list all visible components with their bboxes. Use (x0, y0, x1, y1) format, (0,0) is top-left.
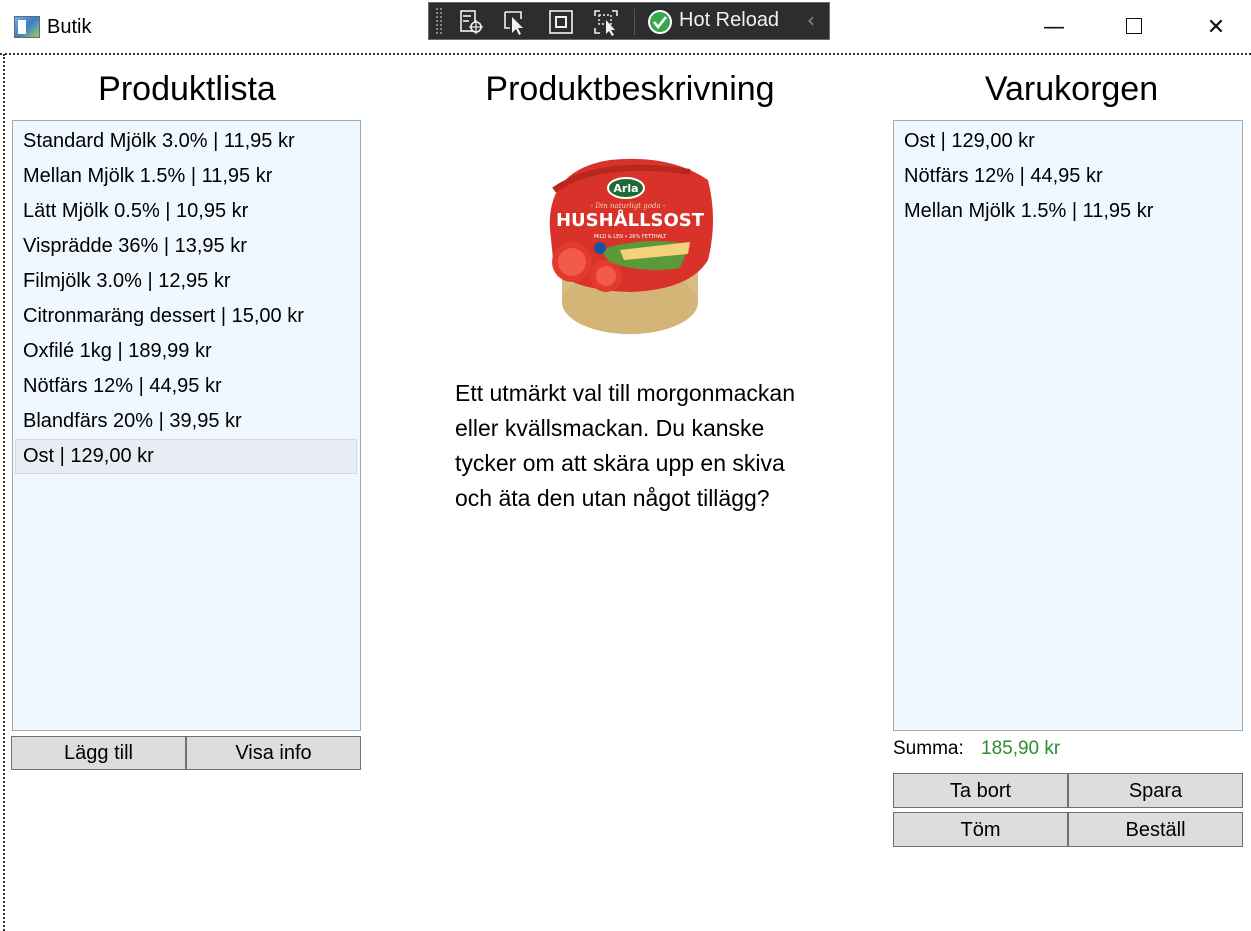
product-list-item[interactable]: Ost | 129,00 kr (15, 439, 357, 474)
window-border-top (0, 53, 1251, 55)
minimize-icon: — (1043, 15, 1065, 40)
add-to-cart-button[interactable]: Lägg till (11, 736, 186, 770)
cart-heading: Varukorgen (984, 70, 1159, 108)
window-border-left (3, 54, 5, 931)
sum-label: Summa: (893, 738, 964, 759)
order-button[interactable]: Beställ (1068, 812, 1243, 847)
product-list[interactable]: Standard Mjölk 3.0% | 11,95 kr Mellan Mjö… (12, 120, 361, 731)
product-description-text: Ett utmärkt val till morgonmackan eller … (455, 380, 796, 511)
title-bar: Butik Hot Reload ‹ — ✕ (0, 0, 1251, 54)
product-list-item[interactable]: Citronmaräng dessert | 15,00 kr (13, 299, 360, 334)
app-icon (14, 16, 40, 38)
product-list-heading: Produktlista (98, 70, 276, 108)
display-layout-adorners-icon[interactable] (547, 8, 575, 36)
live-visual-tree-icon[interactable] (457, 8, 485, 36)
select-element-icon[interactable] (501, 8, 529, 36)
window-title: Butik (47, 16, 92, 38)
product-list-item[interactable]: Mellan Mjölk 1.5% | 11,95 kr (13, 159, 360, 194)
cart-list-item[interactable]: Nötfärs 12% | 44,95 kr (894, 159, 1242, 194)
show-info-button[interactable]: Visa info (186, 736, 361, 770)
cart-list[interactable]: Ost | 129,00 kr Nötfärs 12% | 44,95 kr Mel… (893, 120, 1243, 731)
product-subtitle: MILD & LEN • 26% FETTHALT (594, 234, 667, 240)
product-list-item[interactable]: Nötfärs 12% | 44,95 kr (13, 369, 360, 404)
product-list-item[interactable]: Oxfilé 1kg | 189,99 kr (13, 334, 360, 369)
close-button[interactable]: ✕ (1192, 10, 1240, 46)
save-button[interactable]: Spara (1068, 773, 1243, 808)
hot-reload-label[interactable]: Hot Reload (679, 9, 779, 32)
toolbar-grip-icon[interactable] (435, 7, 443, 35)
brand-logo-text: Arla (613, 182, 638, 195)
product-list-item[interactable]: Filmjölk 3.0% | 12,95 kr (13, 264, 360, 299)
close-icon: ✕ (1206, 15, 1226, 40)
empty-cart-button[interactable]: Töm (893, 812, 1068, 847)
chevron-left-icon[interactable]: ‹ (807, 8, 815, 32)
check-circle-icon (647, 9, 673, 35)
product-list-item[interactable]: Visprädde 36% | 13,95 kr (13, 229, 360, 264)
sum-value: 185,90 kr (981, 738, 1061, 759)
cart-list-item[interactable]: Mellan Mjölk 1.5% | 11,95 kr (894, 194, 1242, 229)
product-list-item[interactable]: Standard Mjölk 3.0% | 11,95 kr (13, 124, 360, 159)
maximize-button[interactable] (1110, 10, 1158, 46)
product-description-heading: Produktbeskrivning (485, 70, 775, 108)
remove-button[interactable]: Ta bort (893, 773, 1068, 808)
product-list-item[interactable]: Lätt Mjölk 0.5% | 10,95 kr (13, 194, 360, 229)
product-name-text: HUSHÅLLSOST (556, 208, 705, 231)
product-list-item[interactable]: Blandfärs 20% | 39,95 kr (13, 404, 360, 439)
toolbar-separator (634, 9, 635, 35)
product-tagline: - Din naturligt goda - (591, 202, 666, 210)
minimize-button[interactable]: — (1030, 10, 1078, 46)
product-image: Arla - Din naturligt goda - HUSHÅLLSOST … (540, 150, 720, 340)
dev-toolbar: Hot Reload ‹ (428, 2, 830, 40)
maximize-icon (1126, 18, 1142, 34)
track-focused-element-icon[interactable] (592, 8, 620, 36)
cart-list-item[interactable]: Ost | 129,00 kr (894, 124, 1242, 159)
